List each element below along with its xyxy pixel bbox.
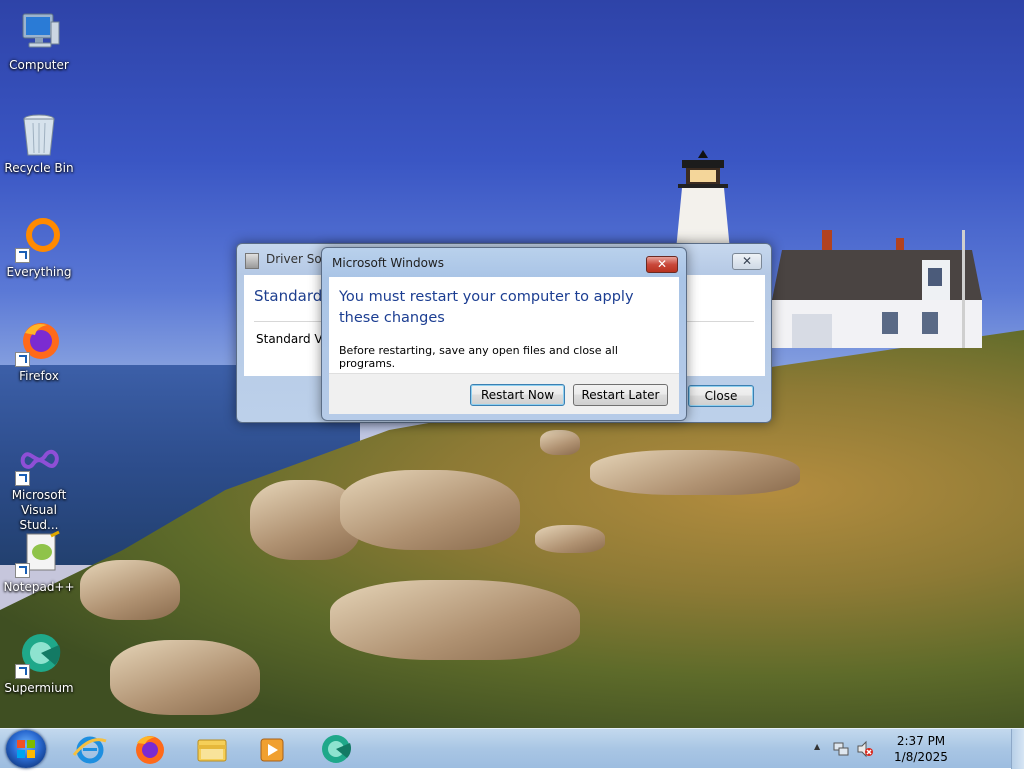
file-explorer-icon bbox=[197, 739, 227, 762]
taskbar: ▲ 2:37 PM 1/8/2025 bbox=[0, 728, 1024, 769]
taskbar-firefox-button[interactable] bbox=[128, 731, 172, 767]
desktop-icon-recycle-bin[interactable]: Recycle Bin bbox=[0, 111, 78, 176]
desktop-icon-everything[interactable]: Everything bbox=[0, 215, 78, 280]
rock bbox=[80, 560, 180, 620]
supermium-icon bbox=[322, 735, 352, 763]
desktop-icon-label: Computer bbox=[9, 58, 69, 72]
desktop-icon-label: Supermium bbox=[4, 681, 74, 695]
restart-dialog-message: Before restarting, save any open files a… bbox=[339, 344, 618, 370]
rock bbox=[590, 450, 800, 495]
desktop-icon-computer[interactable]: Computer bbox=[0, 8, 78, 73]
shortcut-arrow-icon bbox=[15, 563, 30, 578]
shortcut-arrow-icon bbox=[15, 352, 30, 367]
internet-explorer-icon bbox=[72, 736, 107, 764]
everything-icon bbox=[15, 215, 63, 263]
firefox-icon bbox=[136, 736, 164, 764]
driver-dialog-close-x-button[interactable]: ✕ bbox=[732, 253, 762, 270]
driver-dialog-heading: Standard bbox=[254, 287, 323, 305]
restart-dialog-heading: You must restart your computer to apply … bbox=[339, 289, 634, 326]
supermium-icon bbox=[15, 631, 63, 679]
driver-dialog-icon bbox=[245, 253, 259, 269]
firefox-icon bbox=[15, 319, 63, 367]
desktop-icon-label: Recycle Bin bbox=[4, 161, 74, 175]
desktop-icon-visual-studio[interactable]: Microsoft Visual Stud... bbox=[0, 438, 78, 533]
notepad-plus-plus-icon bbox=[15, 530, 63, 578]
taskbar-internet-explorer-button[interactable] bbox=[68, 731, 112, 767]
driver-dialog-close-button[interactable]: Close bbox=[688, 385, 754, 407]
rock bbox=[340, 470, 520, 550]
close-icon: ✕ bbox=[656, 257, 668, 271]
restart-dialog: Microsoft Windows ✕ You must restart you… bbox=[321, 247, 687, 421]
system-tray: ▲ 2:37 PM 1/8/2025 bbox=[814, 729, 984, 769]
restart-now-button[interactable]: Restart Now bbox=[470, 384, 565, 406]
desktop-icon-label: Everything bbox=[6, 265, 72, 279]
show-desktop-button[interactable] bbox=[1011, 729, 1024, 769]
rock bbox=[540, 430, 580, 455]
computer-icon bbox=[15, 8, 63, 56]
close-icon: ✕ bbox=[741, 254, 753, 268]
clock-date: 1/8/2025 bbox=[894, 750, 948, 764]
rock bbox=[110, 640, 260, 715]
restart-dialog-title: Microsoft Windows bbox=[332, 256, 444, 270]
show-hidden-icons-button[interactable]: ▲ bbox=[814, 742, 820, 751]
rock bbox=[330, 580, 580, 660]
media-player-icon bbox=[260, 738, 284, 762]
desktop-icon-label: Firefox bbox=[19, 369, 59, 383]
taskbar-supermium-button[interactable] bbox=[314, 731, 358, 767]
shortcut-arrow-icon bbox=[15, 248, 30, 263]
desktop-icon-supermium[interactable]: Supermium bbox=[0, 631, 78, 696]
rock bbox=[535, 525, 605, 553]
keepers-house-image bbox=[772, 230, 982, 348]
taskbar-file-explorer-button[interactable] bbox=[190, 731, 234, 767]
desktop-icon-notepad-plus-plus[interactable]: Notepad++ bbox=[0, 530, 78, 595]
windows-logo-icon bbox=[17, 740, 35, 758]
restart-later-button[interactable]: Restart Later bbox=[573, 384, 668, 406]
clock-time: 2:37 PM bbox=[896, 734, 946, 748]
recycle-bin-icon bbox=[15, 111, 63, 159]
shortcut-arrow-icon bbox=[15, 664, 30, 679]
lighthouse-image bbox=[676, 150, 730, 250]
taskbar-media-player-button[interactable] bbox=[250, 731, 294, 767]
visual-studio-icon bbox=[15, 438, 63, 486]
clock[interactable]: 2:37 PM 1/8/2025 bbox=[886, 733, 956, 765]
restart-dialog-close-x-button[interactable]: ✕ bbox=[646, 256, 678, 273]
desktop-icon-label: Microsoft Visual Stud... bbox=[11, 488, 67, 532]
desktop-icon-label: Notepad++ bbox=[3, 580, 75, 594]
restart-dialog-content: You must restart your computer to apply … bbox=[329, 277, 679, 373]
volume-muted-icon[interactable] bbox=[856, 740, 874, 758]
shortcut-arrow-icon bbox=[15, 471, 30, 486]
network-icon[interactable] bbox=[832, 740, 850, 758]
start-button[interactable] bbox=[6, 730, 46, 768]
desktop-icon-firefox[interactable]: Firefox bbox=[0, 319, 78, 384]
